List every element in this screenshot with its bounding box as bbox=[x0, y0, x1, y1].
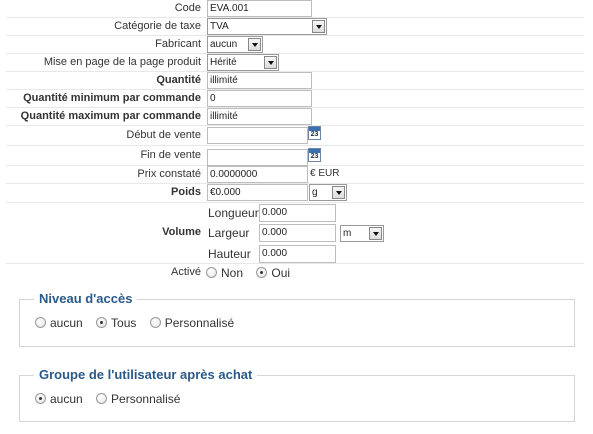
group-aucun-radio[interactable] bbox=[35, 393, 46, 404]
access-aucun-radio[interactable] bbox=[35, 317, 46, 328]
tax-category-value: TVA bbox=[210, 21, 229, 32]
max-qty-label: Quantité maximum par commande bbox=[20, 110, 201, 122]
row-max-qty: Quantité maximum par commande illimité bbox=[6, 108, 584, 126]
access-personnalise-radio[interactable] bbox=[149, 317, 161, 328]
row-min-qty: Quantité minimum par commande 0 bbox=[6, 90, 584, 108]
access-personnalise-label[interactable]: Personnalisé bbox=[165, 316, 234, 330]
weight-unit-select[interactable]: g bbox=[309, 184, 347, 201]
manufacturer-select[interactable]: aucun bbox=[207, 36, 263, 53]
active-oui-radio[interactable] bbox=[256, 267, 268, 278]
access-tous-label[interactable]: Tous bbox=[111, 316, 136, 330]
manufacturer-label: Fabricant bbox=[155, 38, 201, 50]
min-qty-input[interactable]: 0 bbox=[207, 90, 312, 107]
weight-unit-value: g bbox=[312, 187, 318, 198]
chevron-down-icon[interactable] bbox=[369, 227, 382, 240]
length-label: Longueur bbox=[208, 206, 259, 220]
sale-end-label: Fin de vente bbox=[140, 149, 201, 161]
tax-category-label: Catégorie de taxe bbox=[114, 20, 201, 32]
width-label: Largeur bbox=[208, 226, 250, 240]
row-page-layout: Mise en page de la page produit Hérité bbox=[6, 54, 584, 72]
active-non-label[interactable]: Non bbox=[221, 266, 243, 280]
access-aucun-label[interactable]: aucun bbox=[50, 316, 83, 330]
page-layout-value: Hérité bbox=[210, 57, 237, 68]
group-personnalise-radio[interactable] bbox=[96, 393, 108, 404]
access-level-legend: Niveau d'accès bbox=[34, 291, 138, 306]
page-layout-select[interactable]: Hérité bbox=[207, 54, 279, 71]
calendar-icon[interactable]: 23 bbox=[308, 126, 321, 140]
row-price: Prix constaté 0.0000000 € EUR bbox=[6, 166, 584, 184]
calendar-icon[interactable]: 23 bbox=[308, 148, 321, 162]
row-volume: Volume Longueur 0.000 Largeur 0.000 m Ha… bbox=[6, 203, 584, 264]
access-level-fieldset: Niveau d'accès aucun Tous Personnalisé bbox=[19, 291, 575, 347]
height-label: Hauteur bbox=[208, 247, 251, 261]
row-weight: Poids €0.000 g bbox=[6, 184, 584, 203]
min-qty-label: Quantité minimum par commande bbox=[23, 92, 201, 104]
length-input[interactable]: 0.000 bbox=[259, 204, 336, 222]
row-quantity: Quantité illimité bbox=[6, 72, 584, 90]
sale-end-input[interactable] bbox=[207, 149, 308, 166]
weight-label: Poids bbox=[171, 186, 201, 198]
active-non-radio[interactable] bbox=[206, 267, 217, 278]
active-radio-group: Non Oui bbox=[206, 266, 300, 280]
chevron-down-icon[interactable] bbox=[248, 38, 261, 51]
price-label: Prix constaté bbox=[137, 168, 201, 180]
page-layout-label: Mise en page de la page produit bbox=[43, 56, 201, 68]
volume-label: Volume bbox=[162, 226, 201, 238]
active-label: Activé bbox=[171, 266, 201, 278]
chevron-down-icon[interactable] bbox=[264, 56, 277, 69]
code-input[interactable]: EVA.001 bbox=[207, 0, 312, 17]
sale-start-label: Début de vente bbox=[126, 129, 201, 141]
width-input[interactable]: 0.000 bbox=[259, 224, 336, 242]
weight-input[interactable]: €0.000 bbox=[207, 184, 308, 201]
row-sale-end: Fin de vente 23 bbox=[6, 146, 584, 166]
active-oui-label[interactable]: Oui bbox=[271, 266, 290, 280]
row-tax-category: Catégorie de taxe TVA bbox=[6, 18, 584, 36]
access-level-radio-group: aucun Tous Personnalisé bbox=[35, 316, 244, 330]
row-code: Code EVA.001 bbox=[6, 0, 584, 18]
user-group-legend: Groupe de l'utilisateur après achat bbox=[34, 367, 258, 382]
volume-unit-select[interactable]: m bbox=[340, 225, 384, 242]
user-group-radio-group: aucun Personnalisé bbox=[35, 392, 190, 406]
tax-category-select[interactable]: TVA bbox=[207, 18, 327, 35]
volume-unit-value: m bbox=[343, 228, 352, 239]
group-personnalise-label[interactable]: Personnalisé bbox=[111, 392, 180, 406]
price-input[interactable]: 0.0000000 bbox=[207, 166, 308, 183]
code-label: Code bbox=[174, 2, 201, 14]
quantity-label: Quantité bbox=[156, 74, 201, 86]
chevron-down-icon[interactable] bbox=[312, 20, 325, 33]
sale-start-input[interactable] bbox=[207, 127, 308, 144]
row-sale-start: Début de vente 23 bbox=[6, 126, 584, 146]
row-manufacturer: Fabricant aucun bbox=[6, 36, 584, 54]
quantity-input[interactable]: illimité bbox=[207, 72, 312, 89]
manufacturer-value: aucun bbox=[210, 39, 238, 50]
max-qty-input[interactable]: illimité bbox=[207, 108, 312, 125]
height-input[interactable]: 0.000 bbox=[259, 245, 336, 263]
row-active: Activé Non Oui bbox=[6, 264, 584, 282]
price-currency: € EUR bbox=[310, 168, 340, 179]
user-group-fieldset: Groupe de l'utilisateur après achat aucu… bbox=[19, 367, 575, 422]
chevron-down-icon[interactable] bbox=[332, 186, 345, 199]
access-tous-radio[interactable] bbox=[96, 317, 108, 328]
group-aucun-label[interactable]: aucun bbox=[50, 392, 83, 406]
